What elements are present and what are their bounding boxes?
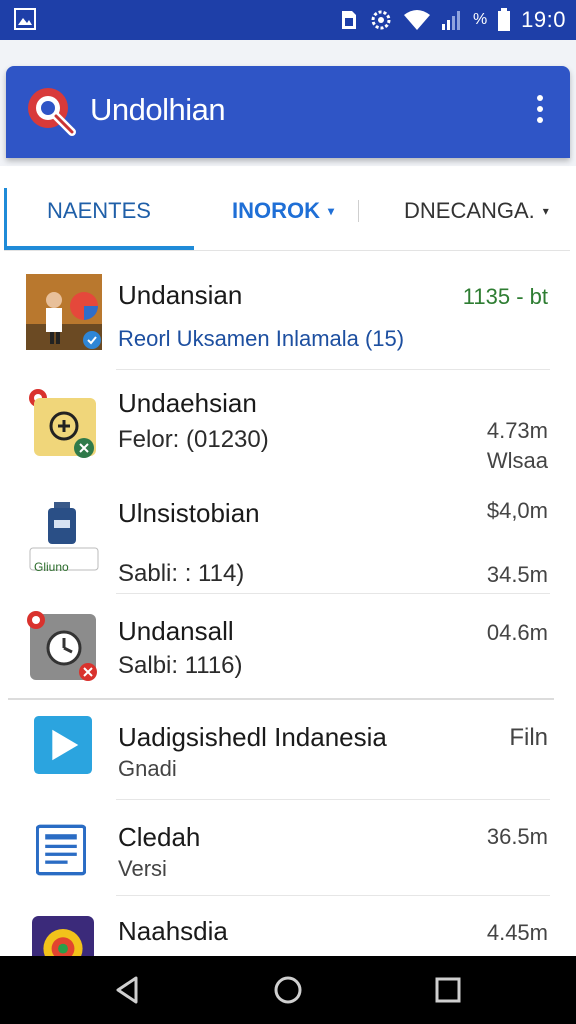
item-meta: 04.6m	[486, 620, 548, 645]
list-item[interactable]: Uadigsishedl Indanesia Gnadi Filn	[4, 700, 570, 800]
app-icon-colorful	[32, 916, 94, 956]
tab-label: NAENTES	[47, 198, 151, 223]
app-icon-tools	[29, 389, 96, 458]
item-name: Undansian	[118, 280, 243, 310]
signal-icon	[441, 11, 460, 30]
tab-bar: NAENTES INOROK ▾ DNECANGA. ▾	[4, 172, 570, 251]
chevron-down-icon: ▾	[542, 204, 549, 218]
app-icon-person	[26, 274, 102, 350]
battery-percent: %	[472, 11, 488, 28]
app-bar-container: Undolhian	[0, 40, 576, 166]
recents-icon[interactable]	[428, 972, 468, 1008]
tab-inorok[interactable]: INOROK ▾	[232, 172, 362, 250]
item-meta: 4.73m	[486, 418, 548, 443]
list-item[interactable]: Gliuno Ulnsistobian Sabli: : 114) $4,0m …	[4, 476, 570, 594]
search-magnifier-icon	[28, 88, 76, 136]
item-name: Uadigsishedl Indanesia	[118, 722, 387, 752]
navigation-bar	[0, 956, 576, 1024]
item-meta: 4.45m	[486, 920, 548, 945]
list-item[interactable]: Undansian Reorl Uksamen Inlamala (15) 11…	[4, 252, 570, 370]
item-subtitle: Salbi: 1116)	[118, 652, 243, 679]
item-subtitle: Felor: (01230)	[118, 426, 269, 453]
tab-dnecanga[interactable]: DNECANGA. ▾	[404, 172, 564, 250]
tab-naentes[interactable]: NAENTES	[4, 172, 194, 250]
item-subtitle: Sabli: : 114)	[118, 560, 245, 587]
item-name: Undaehsian	[118, 388, 257, 418]
wifi-icon	[403, 10, 430, 30]
item-meta: 1135 - bt	[462, 284, 548, 309]
settings-icon	[371, 10, 391, 30]
tab-indicator	[4, 246, 194, 250]
item-name: Cledah	[118, 822, 201, 852]
item-name: Undansall	[118, 616, 234, 646]
tab-label: DNECANGA.	[404, 198, 535, 223]
item-subtitle: Gnadi	[118, 756, 177, 781]
item-meta: $4,0m	[486, 498, 548, 523]
item-meta: 36.5m	[486, 824, 548, 849]
app-bar: Undolhian	[6, 66, 570, 158]
item-badge: Gliuno	[34, 560, 69, 574]
item-subtitle: Reorl Uksamen Inlamala (15)	[118, 326, 405, 351]
list-item[interactable]: Cledah Versi 36.5m	[4, 800, 570, 896]
list-item[interactable]: Undansall Salbi: 1116) 04.6m	[4, 594, 570, 698]
overflow-menu-icon[interactable]	[532, 92, 548, 132]
app-title: Undolhian	[90, 92, 226, 127]
document-icon	[36, 824, 86, 876]
play-store-icon	[34, 716, 92, 774]
item-meta-secondary: 34.5m	[486, 562, 548, 587]
item-meta: Filn	[509, 724, 548, 751]
gallery-icon	[14, 8, 36, 30]
status-bar: % 19:0	[0, 0, 576, 40]
item-meta-secondary: Wlsaa	[486, 448, 548, 473]
app-icon-clock	[27, 611, 97, 681]
list-item[interactable]: Naahsdia 4.45m	[4, 896, 570, 956]
back-icon[interactable]	[108, 972, 148, 1008]
item-name: Ulnsistobian	[118, 498, 260, 528]
home-icon[interactable]	[268, 972, 308, 1008]
item-subtitle: Versi	[118, 856, 167, 881]
item-name: Naahsdia	[118, 916, 228, 946]
tab-divider	[358, 200, 359, 222]
status-time: 19:0	[521, 7, 566, 32]
battery-icon	[498, 8, 511, 31]
tab-label: INOROK	[232, 198, 320, 223]
sim-icon	[341, 11, 356, 29]
chevron-down-icon: ▾	[328, 204, 335, 218]
list-item[interactable]: Undaehsian Felor: (01230) 4.73m Wlsaa	[4, 370, 570, 476]
